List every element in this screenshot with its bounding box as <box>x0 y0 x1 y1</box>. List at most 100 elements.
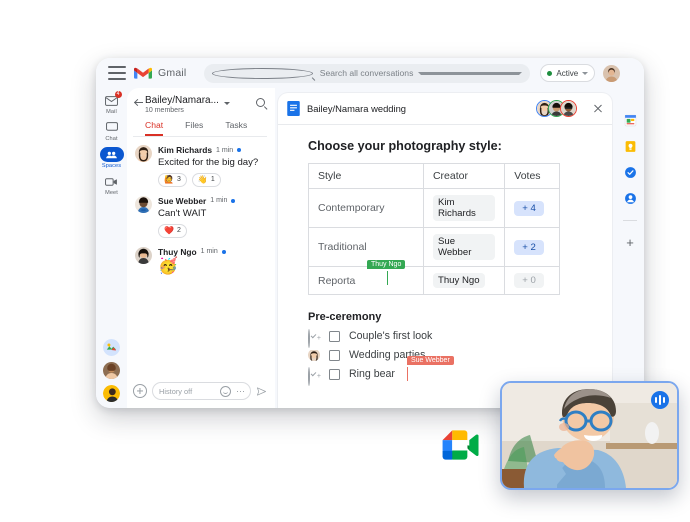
message-input-placeholder: History off <box>159 386 193 396</box>
sidebar-item-label: Chat <box>105 136 118 142</box>
search-icon <box>212 67 313 79</box>
meet-video-tile[interactable] <box>500 381 679 490</box>
space-header: Bailey/Namara... 10 members Chat Files T… <box>127 88 275 137</box>
google-contacts-icon[interactable] <box>624 192 637 205</box>
reaction-emoji: ❤️ <box>164 225 174 235</box>
table-header-row: Style Creator Votes <box>308 163 560 189</box>
google-meet-icon <box>442 430 479 460</box>
document-header: Bailey/Namara wedding <box>278 93 612 124</box>
reaction-count: 3 <box>176 176 181 184</box>
document-question: Choose your photography style: <box>308 139 502 153</box>
unread-dot-icon <box>237 148 242 152</box>
reaction-chip[interactable]: 👋 1 <box>191 172 221 187</box>
message-author: Kim Richards <box>158 145 212 155</box>
close-icon[interactable] <box>592 103 604 115</box>
google-tasks-icon[interactable] <box>624 166 637 179</box>
document-body: Choose your photography style: Style Cre… <box>278 124 612 408</box>
remote-cursor-label: Sue Webber <box>407 356 454 365</box>
audio-level-icon <box>651 391 669 409</box>
checklist-item: + Couple's first look <box>308 329 612 348</box>
document-title: Bailey/Namara wedding <box>307 103 407 114</box>
assign-person-icon[interactable]: + <box>308 367 321 386</box>
hamburger-icon[interactable] <box>108 66 126 80</box>
tab-tasks[interactable]: Tasks <box>225 120 247 136</box>
space-chevron-down-icon[interactable] <box>223 101 230 105</box>
checklist-item: + Ring bear Sue Webber <box>308 356 612 386</box>
dm-avatar-2[interactable] <box>103 385 120 402</box>
avatar <box>135 145 152 162</box>
table-row: Traditional Sue Webber + 2 <box>308 227 560 267</box>
reaction-emoji: 👋 <box>197 174 208 184</box>
avatar[interactable] <box>560 100 577 117</box>
sidebar-item-label: Mail <box>106 109 117 115</box>
vote-chip[interactable]: + 2 <box>514 239 544 255</box>
cell-style-text: Reporta <box>318 274 356 287</box>
collaborator-avatars <box>536 100 577 117</box>
sidebar-item-mail[interactable]: 4 Mail <box>98 91 126 115</box>
app-topbar: Gmail Search all conversations Active <box>96 58 644 88</box>
rail-divider <box>623 220 637 221</box>
remote-cursor-label: Thuy Ngo <box>367 260 406 269</box>
status-badge[interactable]: Active <box>540 64 596 82</box>
meet-icon <box>100 174 124 189</box>
checkbox[interactable] <box>329 349 340 361</box>
assign-person-icon[interactable]: + <box>308 329 321 348</box>
sidebar-item-meet[interactable]: Meet <box>98 174 126 196</box>
space-tabs: Chat Files Tasks <box>133 114 267 137</box>
sidebar-item-label: Spaces <box>101 163 122 169</box>
tab-files[interactable]: Files <box>185 120 203 136</box>
emoji-icon[interactable] <box>220 385 231 397</box>
google-keep-icon[interactable] <box>624 140 637 153</box>
status-dot-icon <box>547 70 553 76</box>
remote-cursor-bar <box>387 271 389 285</box>
reaction-chip[interactable]: 🙋 3 <box>158 172 187 187</box>
checkbox[interactable] <box>329 368 340 380</box>
space-search-icon[interactable] <box>256 98 267 109</box>
spaces-icon <box>99 147 124 162</box>
account-avatar[interactable] <box>603 64 621 82</box>
unread-dot-icon <box>221 249 226 254</box>
creator-chip: Kim Richards <box>432 195 496 221</box>
reaction-chip[interactable]: ❤️ 2 <box>158 223 187 238</box>
plus-circle-icon[interactable] <box>133 384 147 398</box>
send-icon[interactable] <box>256 386 267 397</box>
cell-creator: Kim Richards <box>422 188 506 228</box>
sidebar-item-spaces[interactable]: Spaces <box>98 147 126 169</box>
checkbox[interactable] <box>329 330 340 342</box>
sidebar-item-chat[interactable]: Chat <box>98 120 126 142</box>
cell-votes: + 4 <box>504 188 560 228</box>
vote-chip[interactable]: + 0 <box>514 273 544 288</box>
creator-chip: Sue Webber <box>432 234 496 260</box>
search-placeholder: Search all conversations <box>319 68 414 78</box>
vote-chip[interactable]: + 4 <box>514 200 544 216</box>
message-time: 1 min <box>210 197 228 205</box>
column-header-creator: Creator <box>422 163 506 189</box>
checklist-label: Couple's first look <box>349 330 433 342</box>
dm-avatar-1[interactable] <box>103 362 120 379</box>
cell-style: Reporta Thuy Ngo <box>308 260 424 295</box>
message-composer: History off ⋯ <box>127 376 275 408</box>
unread-dot-icon <box>231 198 236 203</box>
space-member-count: 10 members <box>145 107 184 114</box>
gmail-logo-icon <box>134 67 152 79</box>
space-title: Bailey/Namara... <box>145 95 219 106</box>
checklist-label: Ring bear <box>349 368 395 380</box>
message-input[interactable]: History off ⋯ <box>152 382 251 400</box>
search-options-chevron-down-icon[interactable] <box>418 71 523 75</box>
sidebar-item-label: Meet <box>105 190 118 196</box>
message-author: Thuy Ngo <box>158 246 197 257</box>
avatar <box>135 195 152 213</box>
assignee-avatar[interactable] <box>308 349 320 361</box>
more-horizontal-icon[interactable]: ⋯ <box>236 386 245 396</box>
cell-creator: Thuy Ngo <box>422 266 506 295</box>
pinned-space-avatar[interactable] <box>103 339 120 356</box>
back-arrow-icon[interactable] <box>133 97 145 109</box>
message-text: Excited for the big day? <box>158 157 259 168</box>
cell-creator: Sue Webber <box>422 227 506 267</box>
search-input[interactable]: Search all conversations <box>204 63 531 83</box>
add-app-button[interactable]: + <box>626 236 634 249</box>
google-calendar-icon[interactable] <box>624 114 637 127</box>
chat-icon <box>100 120 124 135</box>
tab-chat[interactable]: Chat <box>145 120 164 136</box>
status-chevron-down-icon <box>582 71 589 75</box>
